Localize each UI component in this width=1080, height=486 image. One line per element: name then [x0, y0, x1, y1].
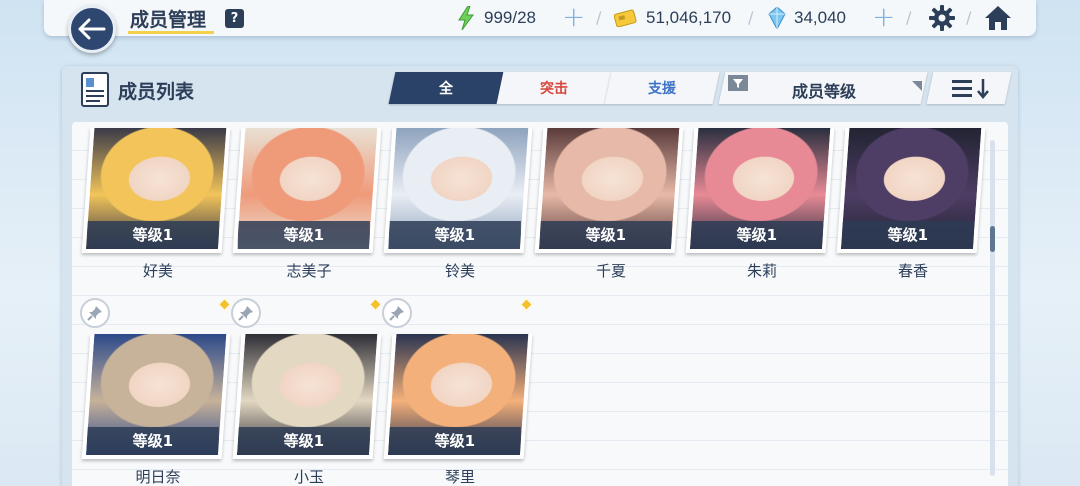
home-icon[interactable] [984, 5, 1012, 35]
pin-icon[interactable] [231, 298, 261, 328]
member-list-icon [80, 70, 110, 108]
member-name: 琴里 [444, 468, 475, 486]
member-level: 等级1 [388, 221, 521, 249]
member-name: 小玉 [293, 468, 324, 486]
dropdown-corner-icon [912, 76, 922, 95]
member-portrait-frame: 等级1 [85, 334, 227, 455]
scrollbar-thumb[interactable] [990, 226, 995, 252]
member-level: 等级1 [690, 221, 823, 249]
member-level: 等级1 [86, 427, 219, 455]
gem-icon [768, 6, 786, 33]
member-card[interactable]: 等级1 [81, 334, 231, 459]
stamina-value: 999/28 [484, 8, 536, 27]
member-name: 千夏 [595, 262, 626, 280]
divider: / [596, 8, 602, 27]
filter-icon[interactable] [728, 75, 748, 91]
add-gems-button[interactable]: + [872, 2, 895, 32]
member-portrait-frame: 等级1 [236, 128, 378, 249]
sort-label: 成员等级 [792, 82, 857, 101]
tab-all-label: 全 [439, 81, 453, 97]
tab-special-label: 支援 [648, 81, 676, 97]
scrollbar-track[interactable] [990, 140, 995, 476]
member-name: 志美子 [286, 262, 332, 280]
lightning-icon [458, 5, 474, 34]
member-level: 等级1 [841, 221, 974, 249]
tab-striker[interactable]: 突击 [496, 72, 612, 104]
member-card[interactable]: 等级1 [383, 334, 533, 459]
credits-value: 51,046,170 [646, 8, 732, 27]
gear-icon[interactable] [929, 5, 955, 35]
member-name: 好美 [142, 262, 173, 280]
member-portrait-frame: 等级1 [387, 334, 529, 455]
member-card[interactable]: 等级1 [534, 128, 684, 253]
pin-icon[interactable] [382, 298, 412, 328]
tab-striker-label: 突击 [540, 81, 568, 97]
panel-title: 成员列表 [118, 81, 195, 103]
member-level: 等级1 [388, 427, 521, 455]
member-level: 等级1 [86, 221, 219, 249]
arrow-left-icon [78, 18, 106, 40]
divider: / [966, 8, 972, 27]
tab-special[interactable]: 支援 [604, 72, 720, 104]
member-card[interactable]: 等级1 [836, 128, 986, 253]
member-portrait-frame: 等级1 [387, 128, 529, 249]
add-stamina-button[interactable]: + [562, 2, 585, 32]
member-level: 等级1 [539, 221, 672, 249]
member-card[interactable]: 等级1 [232, 128, 382, 253]
member-portrait-frame: 等级1 [236, 334, 378, 455]
pin-icon[interactable] [80, 298, 110, 328]
member-card[interactable]: 等级1 [685, 128, 835, 253]
help-icon[interactable]: ? [225, 9, 244, 28]
sort-descending-icon [952, 77, 994, 103]
member-portrait-frame: 等级1 [538, 128, 680, 249]
credit-icon [613, 9, 638, 31]
member-name: 明日奈 [135, 468, 181, 486]
member-name: 朱莉 [746, 262, 777, 280]
member-card[interactable]: 等级1 [383, 128, 533, 253]
member-level: 等级1 [237, 427, 370, 455]
tab-all[interactable]: 全 [388, 72, 504, 104]
member-portrait-frame: 等级1 [840, 128, 982, 249]
member-name: 铃美 [444, 262, 475, 280]
divider: / [906, 8, 912, 27]
gems-value: 34,040 [794, 8, 846, 27]
member-level: 等级1 [237, 221, 370, 249]
member-card[interactable]: 等级1 [232, 334, 382, 459]
member-name: 春香 [897, 262, 928, 280]
member-portrait-frame: 等级1 [689, 128, 831, 249]
back-button[interactable] [68, 5, 116, 53]
title-underline [128, 31, 214, 34]
divider: / [748, 8, 754, 27]
member-portrait-frame: 等级1 [85, 128, 227, 249]
member-card[interactable]: 等级1 [81, 128, 231, 253]
page-title: 成员管理 [130, 9, 207, 31]
